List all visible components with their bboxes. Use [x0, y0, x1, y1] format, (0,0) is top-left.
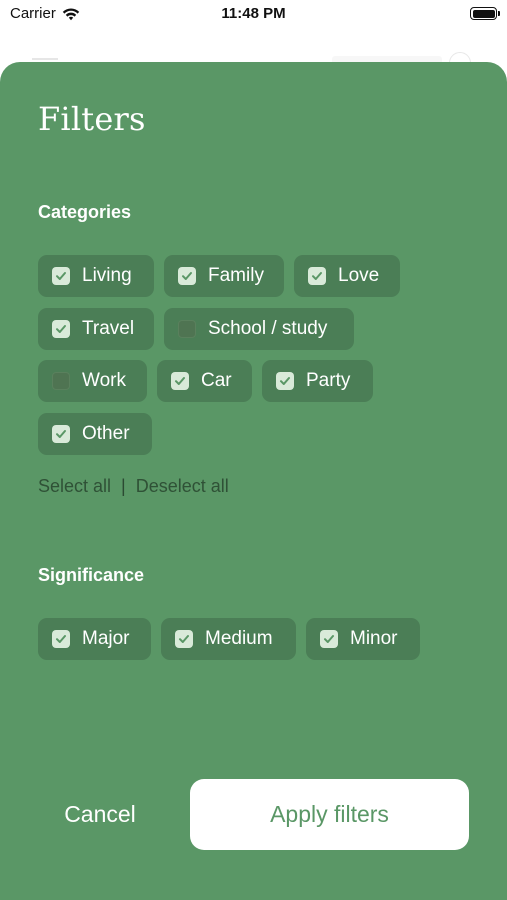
apply-filters-button[interactable]: Apply filters: [190, 779, 469, 850]
category-chip-love[interactable]: Love: [294, 255, 400, 297]
chip-label: Living: [82, 265, 132, 286]
battery-icon: [470, 7, 500, 20]
chip-label: Car: [201, 370, 232, 391]
significance-chip-major[interactable]: Major: [38, 618, 151, 660]
select-all-link[interactable]: Select all: [38, 476, 111, 497]
significance-chip-minor[interactable]: Minor: [306, 618, 420, 660]
selection-controls: Select all | Deselect all: [38, 476, 229, 497]
menu-icon: [32, 58, 58, 60]
checkbox-checked-icon: [171, 372, 189, 390]
category-chip-party[interactable]: Party: [262, 360, 373, 402]
chip-label: Travel: [82, 318, 135, 339]
chip-label: Family: [208, 265, 264, 286]
checkbox-checked-icon: [52, 320, 70, 338]
category-chip-family[interactable]: Family: [164, 255, 284, 297]
category-chip-work[interactable]: Work: [38, 360, 147, 402]
category-chip-travel[interactable]: Travel: [38, 308, 154, 350]
significance-chip-medium[interactable]: Medium: [161, 618, 296, 660]
chip-label: Work: [82, 370, 126, 391]
chip-label: School / study: [208, 318, 328, 339]
chip-label: Other: [82, 423, 130, 444]
cancel-button[interactable]: Cancel: [38, 778, 162, 850]
category-chip-living[interactable]: Living: [38, 255, 154, 297]
clock: 11:48 PM: [221, 5, 286, 22]
checkbox-checked-icon: [52, 630, 70, 648]
category-chip-car[interactable]: Car: [157, 360, 252, 402]
filters-sheet: Filters Categories Living Family Love Tr…: [0, 62, 507, 900]
checkbox-unchecked-icon: [52, 372, 70, 390]
chip-label: Party: [306, 370, 351, 391]
chip-label: Major: [82, 628, 130, 649]
separator: |: [121, 476, 126, 496]
checkbox-checked-icon: [178, 267, 196, 285]
sheet-title: Filters: [38, 100, 146, 138]
checkbox-checked-icon: [308, 267, 326, 285]
deselect-all-link[interactable]: Deselect all: [136, 476, 229, 497]
checkbox-checked-icon: [276, 372, 294, 390]
significance-heading: Significance: [38, 565, 145, 585]
checkbox-checked-icon: [320, 630, 338, 648]
category-chip-other[interactable]: Other: [38, 413, 152, 455]
categories-heading: Categories: [38, 202, 132, 222]
checkbox-unchecked-icon: [178, 320, 196, 338]
chip-label: Love: [338, 265, 380, 286]
chip-label: Minor: [350, 628, 398, 649]
checkbox-checked-icon: [52, 267, 70, 285]
status-bar: Carrier 11:48 PM: [0, 0, 507, 30]
checkbox-checked-icon: [175, 630, 193, 648]
chip-label: Medium: [205, 628, 273, 649]
checkbox-checked-icon: [52, 425, 70, 443]
category-chip-school-study[interactable]: School / study: [164, 308, 354, 350]
